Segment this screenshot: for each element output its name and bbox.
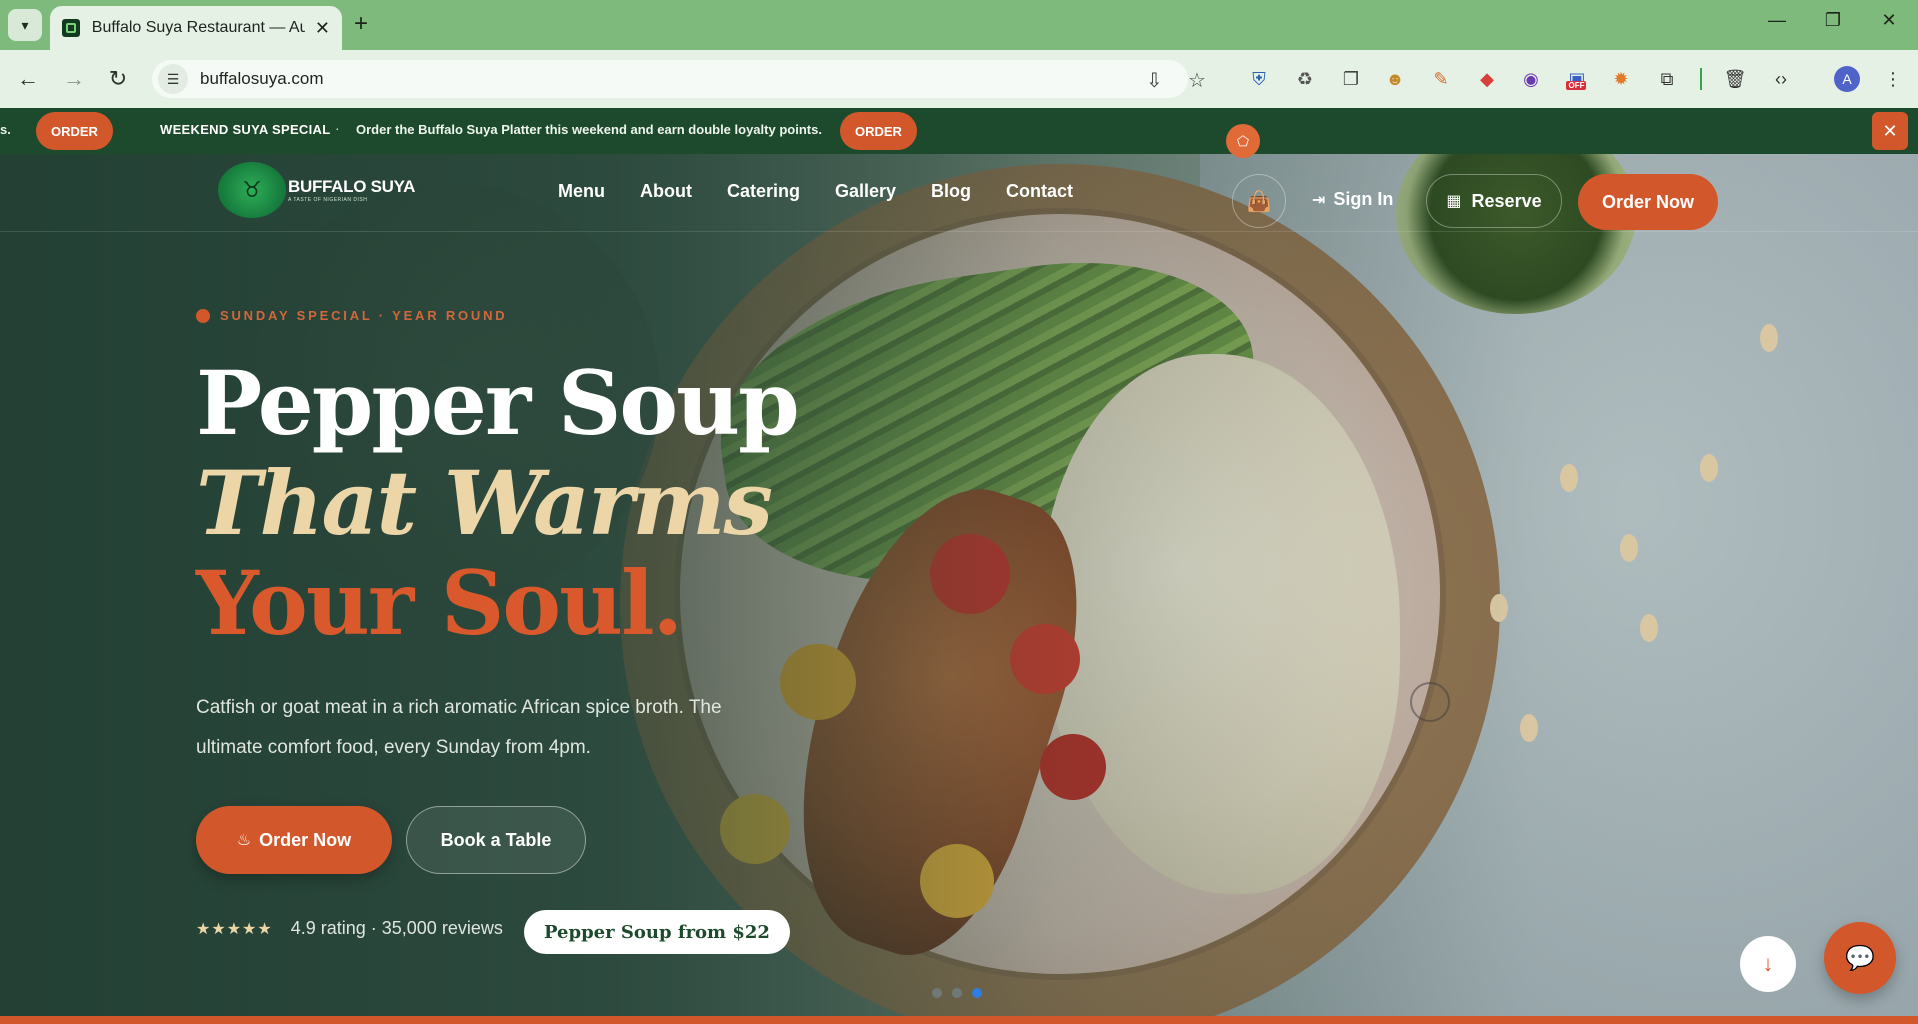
star-rating-icon: ★★★★★ xyxy=(196,920,273,938)
book-table-button[interactable]: Book a Table xyxy=(406,806,586,874)
restore-button[interactable]: ❐ xyxy=(1818,10,1848,31)
hero-order-label: Order Now xyxy=(259,829,352,850)
nav-gallery[interactable]: Gallery xyxy=(835,181,896,202)
announcement-text: Order the Buffalo Suya Platter this week… xyxy=(356,122,822,137)
main-nav: Menu About Catering Gallery Blog Contact xyxy=(558,181,1108,202)
color-picker-icon[interactable]: ◉ xyxy=(1518,66,1544,92)
nav-catering[interactable]: Catering xyxy=(727,181,800,202)
reload-button[interactable]: ↻ xyxy=(104,66,132,92)
header-order-now-button[interactable]: Order Now xyxy=(1578,174,1718,230)
eraser-icon[interactable]: ◆ xyxy=(1474,66,1500,92)
sign-in-icon: ⇥ xyxy=(1312,191,1326,209)
slide-dot-1[interactable] xyxy=(932,988,942,998)
minimize-button[interactable]: — xyxy=(1762,10,1792,31)
tune-icon: ☰ xyxy=(166,70,180,87)
scroll-down-button[interactable]: ↓ xyxy=(1740,936,1796,992)
site-logo[interactable]: ♉ BUFFALO SUYA A TASTE OF NIGERIAN DISH xyxy=(218,162,415,218)
chat-button[interactable]: 💬 xyxy=(1824,922,1896,994)
hero-order-now-button[interactable]: ♨ Order Now xyxy=(196,806,392,874)
reserve-label: Reserve xyxy=(1471,190,1542,211)
browser-tab-active[interactable]: Buffalo Suya Restaurant — Authentic ✕ xyxy=(50,6,342,50)
logo-name: BUFFALO SUYA xyxy=(288,177,416,196)
announcement-close-button[interactable]: ✕ xyxy=(1872,112,1908,150)
forward-button[interactable]: → xyxy=(60,66,88,92)
forward-arrow-icon: → xyxy=(63,66,85,91)
blocker-off-icon[interactable]: ▣ OFF xyxy=(1564,66,1590,92)
cursor-ring xyxy=(1410,682,1450,722)
eyebrow-text: SUNDAY SPECIAL · YEAR ROUND xyxy=(220,308,508,323)
slide-dot-3[interactable] xyxy=(972,988,982,998)
trash-icon[interactable]: 🗑 xyxy=(1722,66,1748,92)
page-viewport: s. ORDER WEEKEND SUYA SPECIAL · Order th… xyxy=(0,108,1918,1024)
back-arrow-icon: ← xyxy=(17,66,39,91)
chevron-down-icon: ▾ xyxy=(21,16,29,33)
toolbar-divider xyxy=(1700,68,1702,90)
address-bar[interactable]: ☰ buffalosuya.com ⇩ ☆ xyxy=(152,60,1206,98)
nav-contact[interactable]: Contact xyxy=(1006,181,1073,202)
reserve-button[interactable]: ▦ Reserve xyxy=(1426,174,1562,228)
logo-tagline: A TASTE OF NIGERIAN DISH xyxy=(288,197,368,203)
announcement-fragment: s. xyxy=(0,122,11,137)
flame-icon: ♨ xyxy=(236,832,252,849)
hero-eyebrow: SUNDAY SPECIAL · YEAR ROUND xyxy=(196,308,508,323)
slide-dot-2[interactable] xyxy=(952,988,962,998)
price-badge: Pepper Soup from $22 xyxy=(524,910,790,954)
close-window-button[interactable]: ✕ xyxy=(1874,10,1904,31)
bookmark-star-icon[interactable]: ☆ xyxy=(1188,68,1206,93)
chat-bubble-icon: 💬 xyxy=(1845,944,1875,972)
tab-search-button[interactable]: ▾ xyxy=(8,9,42,41)
slider-dots xyxy=(932,988,992,998)
site-info-button[interactable]: ☰ xyxy=(158,64,188,94)
install-app-icon[interactable]: ⇩ xyxy=(1146,68,1163,93)
puzzle-recycle-icon[interactable]: ♻ xyxy=(1292,66,1318,92)
browser-toolbar: ← → ↻ ☰ buffalosuya.com ⇩ ☆ ⛨ ♻ ❐ ☻ ✎ ◆ … xyxy=(0,50,1918,108)
calendar-icon: ▦ xyxy=(1446,193,1462,210)
more-menu-icon[interactable]: ⋮ xyxy=(1880,66,1906,92)
site-header: ♉ BUFFALO SUYA A TASTE OF NIGERIAN DISH … xyxy=(0,154,1918,232)
person-icon[interactable]: ☻ xyxy=(1382,66,1408,92)
bottom-accent-strip xyxy=(0,1016,1918,1024)
headline-line-3: Your Soul. xyxy=(196,551,683,655)
shopping-bag-icon: 👜 xyxy=(1246,190,1272,213)
nav-menu[interactable]: Menu xyxy=(558,181,605,202)
sign-in-link[interactable]: ⇥ Sign In xyxy=(1312,189,1393,210)
browser-tabstrip: ▾ Buffalo Suya Restaurant — Authentic ✕ … xyxy=(0,0,1918,50)
promo-badge-icon[interactable]: ⬠ xyxy=(1226,124,1260,158)
eyebrow-dot-icon xyxy=(196,308,210,323)
new-tab-button[interactable]: + xyxy=(354,12,368,36)
url-text[interactable]: buffalosuya.com xyxy=(200,69,323,89)
headline-line-2: That Warms xyxy=(196,451,773,555)
extensions-icon[interactable]: ⧉ xyxy=(1654,66,1680,92)
blocker-badge: OFF xyxy=(1566,80,1587,90)
announcement-bar: s. ORDER WEEKEND SUYA SPECIAL · Order th… xyxy=(0,108,1918,154)
tab-title: Buffalo Suya Restaurant — Authentic xyxy=(91,19,305,36)
code-icon[interactable]: ‹› xyxy=(1768,66,1794,92)
headline-line-1: Pepper Soup xyxy=(196,351,800,455)
shield-icon[interactable]: ⛨ xyxy=(1246,66,1272,92)
announcement-order-pill-left[interactable]: ORDER xyxy=(36,112,113,150)
hero-description: Catfish or goat meat in a rich aromatic … xyxy=(196,697,722,758)
pen-icon[interactable]: ✎ xyxy=(1428,66,1454,92)
favicon-icon xyxy=(62,19,80,37)
sparkle-icon[interactable]: ✹ xyxy=(1608,66,1634,92)
announcement-separator: · xyxy=(335,120,340,136)
copy-icon[interactable]: ❐ xyxy=(1338,66,1364,92)
back-button[interactable]: ← xyxy=(14,66,42,92)
arrow-down-icon: ↓ xyxy=(1762,951,1774,976)
sign-in-label: Sign In xyxy=(1333,189,1394,209)
announcement-title: WEEKEND SUYA SPECIAL xyxy=(160,122,331,137)
tab-close-button[interactable]: ✕ xyxy=(315,18,330,39)
rating-text: 4.9 rating · 35,000 reviews xyxy=(290,918,503,938)
buffalo-logo-icon: ♉ xyxy=(218,162,286,218)
cart-button[interactable]: 👜 xyxy=(1232,174,1286,228)
rating-summary: ★★★★★ 4.9 rating · 35,000 reviews xyxy=(196,918,503,939)
profile-avatar[interactable]: A xyxy=(1834,66,1860,92)
reload-icon: ↻ xyxy=(108,66,128,91)
hero-headline: Pepper Soup That Warms Your Soul. xyxy=(196,351,800,655)
nav-blog[interactable]: Blog xyxy=(931,181,971,202)
nav-about[interactable]: About xyxy=(640,181,692,202)
announcement-order-pill-right[interactable]: ORDER xyxy=(840,112,917,150)
